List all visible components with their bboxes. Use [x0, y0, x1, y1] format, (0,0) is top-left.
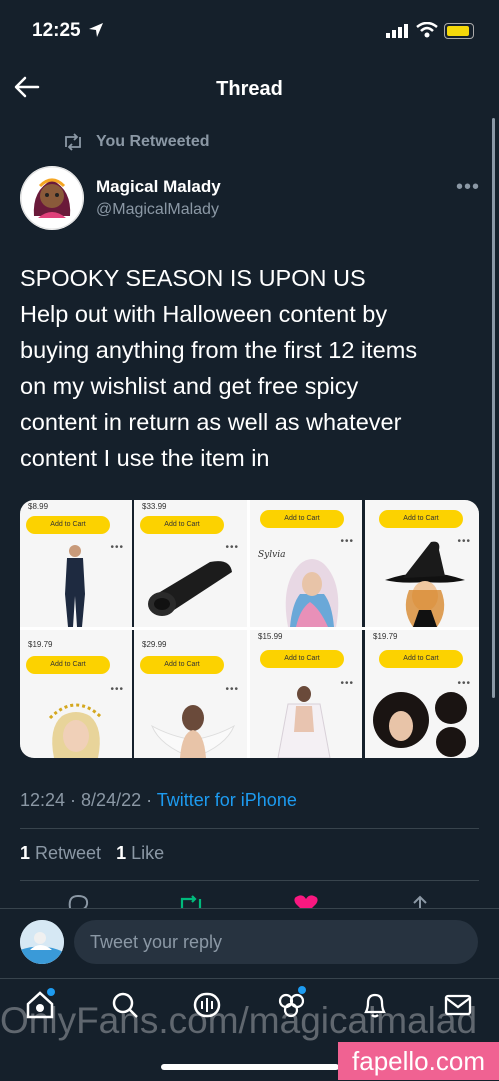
curly-wig-image [373, 692, 467, 757]
media-image-3[interactable]: $19.79 Add to Cart ••• $29.99 Add to Car… [20, 630, 247, 758]
wishlist-item: $19.79 Add to Cart ••• [365, 630, 479, 758]
add-to-cart-button: Add to Cart [379, 510, 463, 528]
lingerie-robe-image [277, 686, 331, 758]
home-notification-dot [47, 988, 55, 996]
more-options-icon[interactable]: ••• [456, 176, 480, 199]
tweet-line: content I use the item in [20, 445, 270, 471]
tweet-source-link[interactable]: Twitter for iPhone [157, 790, 297, 810]
tweet-line: content in return as well as whatever [20, 409, 402, 435]
author-name[interactable]: Magical Malady [96, 177, 221, 197]
location-arrow-icon [89, 23, 103, 37]
wishlist-item: $33.99 Add to Cart ••• [134, 500, 247, 627]
wishlist-item: $29.99 Add to Cart ••• [134, 630, 247, 758]
divider [20, 828, 479, 829]
media-image-4[interactable]: $15.99 Add to Cart ••• $19.79 Add to Car… [250, 630, 479, 758]
item-price: $33.99 [142, 502, 167, 511]
bodysuit-image [65, 545, 85, 627]
author-handle[interactable]: @MagicalMalady [96, 201, 219, 219]
tweet-time: 12:24 · 8/24/22 · [20, 790, 157, 810]
item-more-icon: ••• [225, 684, 239, 695]
wishlist-item: Add to Cart ••• Sylvia [250, 500, 362, 627]
wig-image [285, 559, 339, 627]
tweet-line: Help out with Halloween content by [20, 301, 388, 327]
tweet-stats: 1 Retweet 1 Like [20, 843, 164, 864]
retweet-count-link[interactable]: 1 Retweet [20, 843, 101, 863]
search-icon[interactable] [110, 990, 140, 1020]
item-more-icon: ••• [110, 542, 124, 553]
site-badge: fapello.com [338, 1042, 499, 1080]
item-price: $8.99 [28, 502, 49, 511]
scrollbar[interactable] [492, 118, 495, 698]
media-image-1[interactable]: $8.99 Add to Cart ••• $33.99 Add to Cart… [20, 500, 247, 627]
witch-hat-image [385, 541, 465, 627]
communities-icon[interactable] [276, 990, 308, 1020]
notifications-bell-icon[interactable] [360, 990, 390, 1020]
home-indicator [161, 1064, 339, 1070]
item-price: $15.99 [258, 632, 283, 641]
add-to-cart-button: Add to Cart [260, 510, 344, 528]
wifi-icon [416, 22, 438, 38]
item-more-icon: ••• [340, 678, 354, 689]
add-to-cart-button: Add to Cart [140, 516, 224, 534]
item-more-icon: ••• [340, 536, 354, 547]
add-to-cart-button: Add to Cart [379, 650, 463, 668]
item-more-icon: ••• [225, 542, 239, 553]
retweet-icon [65, 133, 81, 151]
add-to-cart-button: Add to Cart [140, 656, 224, 674]
tweet-line: SPOOKY SEASON IS UPON US [20, 265, 366, 291]
tweet-timestamp: 12:24 · 8/24/22 · Twitter for iPhone [20, 790, 297, 811]
author-avatar[interactable] [20, 166, 84, 230]
media-image-2[interactable]: Add to Cart ••• Sylvia Add to Cart ••• [250, 500, 479, 627]
item-more-icon: ••• [110, 684, 124, 695]
wishlist-item: $19.79 Add to Cart ••• [20, 630, 132, 758]
add-to-cart-button: Add to Cart [26, 516, 110, 534]
cellular-signal-icon [386, 24, 408, 38]
item-price: $19.79 [28, 640, 53, 649]
tweet-media-grid[interactable]: $8.99 Add to Cart ••• $33.99 Add to Cart… [20, 500, 479, 758]
angel-wings-image [151, 705, 235, 758]
reply-input[interactable] [74, 920, 478, 964]
current-user-avatar[interactable] [20, 920, 64, 964]
spaces-icon[interactable] [192, 990, 222, 1020]
battery-icon [444, 23, 474, 39]
tweet-line: on my wishlist and get free spicy [20, 373, 359, 399]
like-count-link[interactable]: 1 Like [116, 843, 164, 863]
status-time: 12:25 [32, 20, 81, 41]
divider [20, 880, 479, 881]
tweet-text: SPOOKY SEASON IS UPON US Help out with H… [20, 260, 482, 476]
add-to-cart-button: Add to Cart [260, 650, 344, 668]
page-title: Thread [216, 78, 283, 100]
halo-headpiece-image [48, 703, 104, 758]
watermark-text: OnlyFans.com/magicalmalad [0, 1000, 478, 1041]
foam-roll-image [148, 561, 232, 616]
wishlist-item: $15.99 Add to Cart ••• [250, 630, 362, 758]
retweet-context-label: You Retweeted [96, 133, 210, 150]
tweet-line: buying anything from the first 12 items [20, 337, 418, 363]
add-to-cart-button: Add to Cart [26, 656, 110, 674]
wishlist-item: $8.99 Add to Cart ••• [20, 500, 132, 627]
communities-notification-dot [298, 986, 306, 994]
item-price: $29.99 [142, 640, 167, 649]
item-price: $19.79 [373, 632, 398, 641]
wishlist-item: Add to Cart ••• [365, 500, 479, 627]
messages-icon[interactable] [443, 990, 473, 1020]
